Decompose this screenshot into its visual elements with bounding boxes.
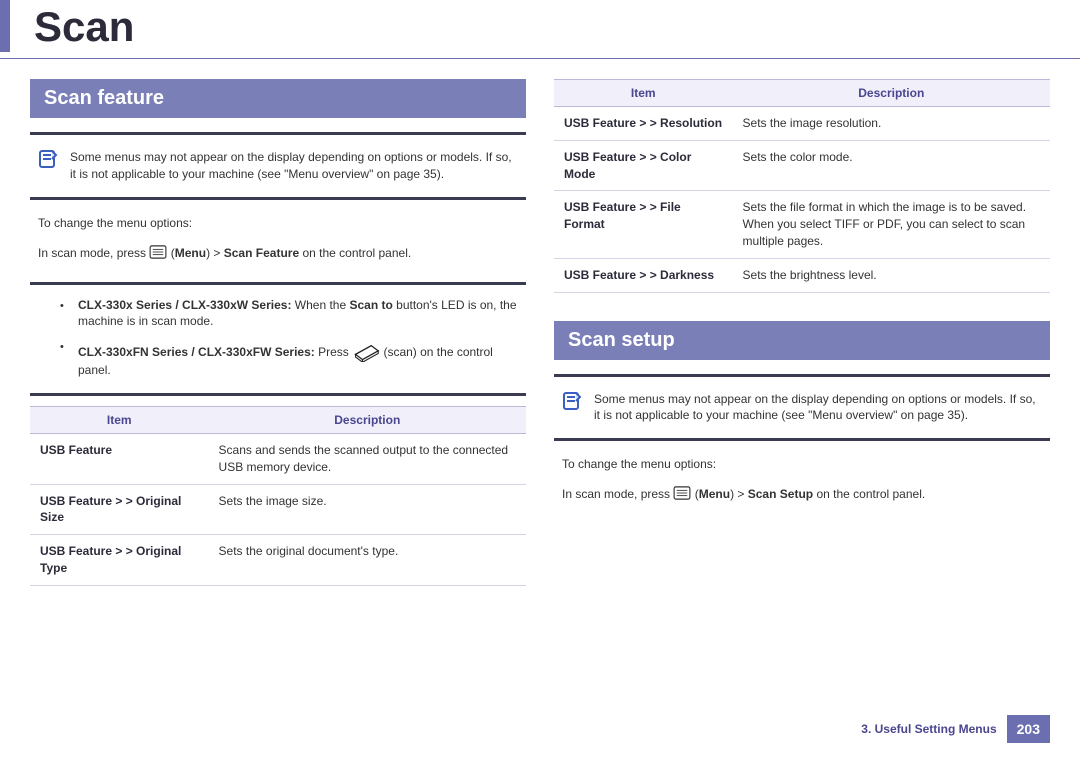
divider: [554, 374, 1050, 377]
divider: [554, 438, 1050, 441]
txt: In scan mode, press: [562, 487, 673, 501]
td-desc: Sets the brightness level.: [733, 258, 1050, 292]
table-row: USB Feature > > Darkness Sets the bright…: [554, 258, 1050, 292]
change-options-text: To change the menu options:: [554, 449, 1050, 479]
bullet-text: CLX-330xFN Series / CLX-330xFW Series: P…: [78, 338, 518, 379]
td-desc: Sets the image size.: [209, 484, 526, 535]
bullet-icon: •: [60, 299, 64, 314]
change-options-text: To change the menu options:: [30, 208, 526, 238]
feature-instruction: In scan mode, press (Menu) > Scan Featur…: [30, 238, 526, 268]
scan-feature-table-right: Item Description USB Feature > > Resolut…: [554, 79, 1050, 293]
td-label: USB Feature: [30, 433, 209, 484]
page-title: Scan: [0, 0, 1080, 52]
td-label: USB Feature > > Resolution: [554, 107, 733, 141]
th-desc: Description: [209, 406, 526, 433]
scan-feature-table-left: Item Description USB Feature Scans and s…: [30, 406, 526, 586]
table-row: USB Feature > > File Format Sets the fil…: [554, 191, 1050, 258]
td-desc: Sets the image resolution.: [733, 107, 1050, 141]
th-item: Item: [30, 406, 209, 433]
left-column: Scan feature Some menus may not appear o…: [30, 79, 526, 586]
td-label: USB Feature > > Original Size: [30, 484, 209, 535]
menu-icon: [673, 486, 691, 500]
series-bullet-1: • CLX-330x Series / CLX-330xW Series: Wh…: [30, 293, 526, 335]
th-item: Item: [554, 80, 733, 107]
setup-instruction: In scan mode, press (Menu) > Scan Setup …: [554, 479, 1050, 509]
td-desc: Sets the file format in which the image …: [733, 191, 1050, 258]
txt: When the: [291, 298, 349, 312]
footer-page-number: 203: [1007, 715, 1050, 743]
table-row: USB Feature > > Resolution Sets the imag…: [554, 107, 1050, 141]
series-label: CLX-330xFN Series / CLX-330xFW Series:: [78, 345, 315, 359]
page-footer: 3. Useful Setting Menus 203: [861, 715, 1050, 743]
note-block: Some menus may not appear on the display…: [554, 385, 1050, 431]
section-scan-setup: Scan setup: [554, 321, 1050, 360]
scan-to-label: Scan to: [349, 298, 392, 312]
th-desc: Description: [733, 80, 1050, 107]
series-bullet-2: • CLX-330xFN Series / CLX-330xFW Series:…: [30, 334, 526, 383]
section-scan-feature: Scan feature: [30, 79, 526, 118]
td-desc: Sets the color mode.: [733, 140, 1050, 191]
txt: ) >: [730, 487, 748, 501]
note-icon: [560, 389, 584, 413]
scan-feature-label: Scan Feature: [224, 246, 299, 260]
bullet-icon: •: [60, 340, 64, 355]
txt: on the control panel.: [813, 487, 925, 501]
txt: Press: [315, 345, 352, 359]
table-row: USB Feature Scans and sends the scanned …: [30, 433, 526, 484]
right-column: Item Description USB Feature > > Resolut…: [554, 79, 1050, 586]
title-underline: [0, 58, 1080, 59]
table-row: USB Feature > > Original Size Sets the i…: [30, 484, 526, 535]
divider: [30, 132, 526, 135]
note-block: Some menus may not appear on the display…: [30, 143, 526, 189]
td-label: USB Feature > > Color Mode: [554, 140, 733, 191]
content-columns: Scan feature Some menus may not appear o…: [0, 79, 1080, 586]
txt: ) >: [206, 246, 224, 260]
menu-label: Menu: [175, 246, 206, 260]
txt: on the control panel.: [299, 246, 411, 260]
txt: In scan mode, press: [38, 246, 149, 260]
td-desc: Scans and sends the scanned output to th…: [209, 433, 526, 484]
td-label: USB Feature > > File Format: [554, 191, 733, 258]
footer-chapter: 3. Useful Setting Menus: [861, 722, 996, 736]
note-text: Some menus may not appear on the display…: [70, 149, 518, 183]
scan-setup-label: Scan Setup: [748, 487, 813, 501]
menu-icon: [149, 245, 167, 259]
series-label: CLX-330x Series / CLX-330xW Series:: [78, 298, 291, 312]
table-row: USB Feature > > Original Type Sets the o…: [30, 535, 526, 586]
td-desc: Sets the original document's type.: [209, 535, 526, 586]
scanner-icon: [352, 338, 380, 362]
menu-label: Menu: [699, 487, 730, 501]
divider: [30, 282, 526, 285]
td-label: USB Feature > > Original Type: [30, 535, 209, 586]
table-row: USB Feature > > Color Mode Sets the colo…: [554, 140, 1050, 191]
note-icon: [36, 147, 60, 171]
td-label: USB Feature > > Darkness: [554, 258, 733, 292]
divider: [30, 393, 526, 396]
note-text: Some menus may not appear on the display…: [594, 391, 1042, 425]
divider: [30, 197, 526, 200]
bullet-text: CLX-330x Series / CLX-330xW Series: When…: [78, 297, 518, 331]
